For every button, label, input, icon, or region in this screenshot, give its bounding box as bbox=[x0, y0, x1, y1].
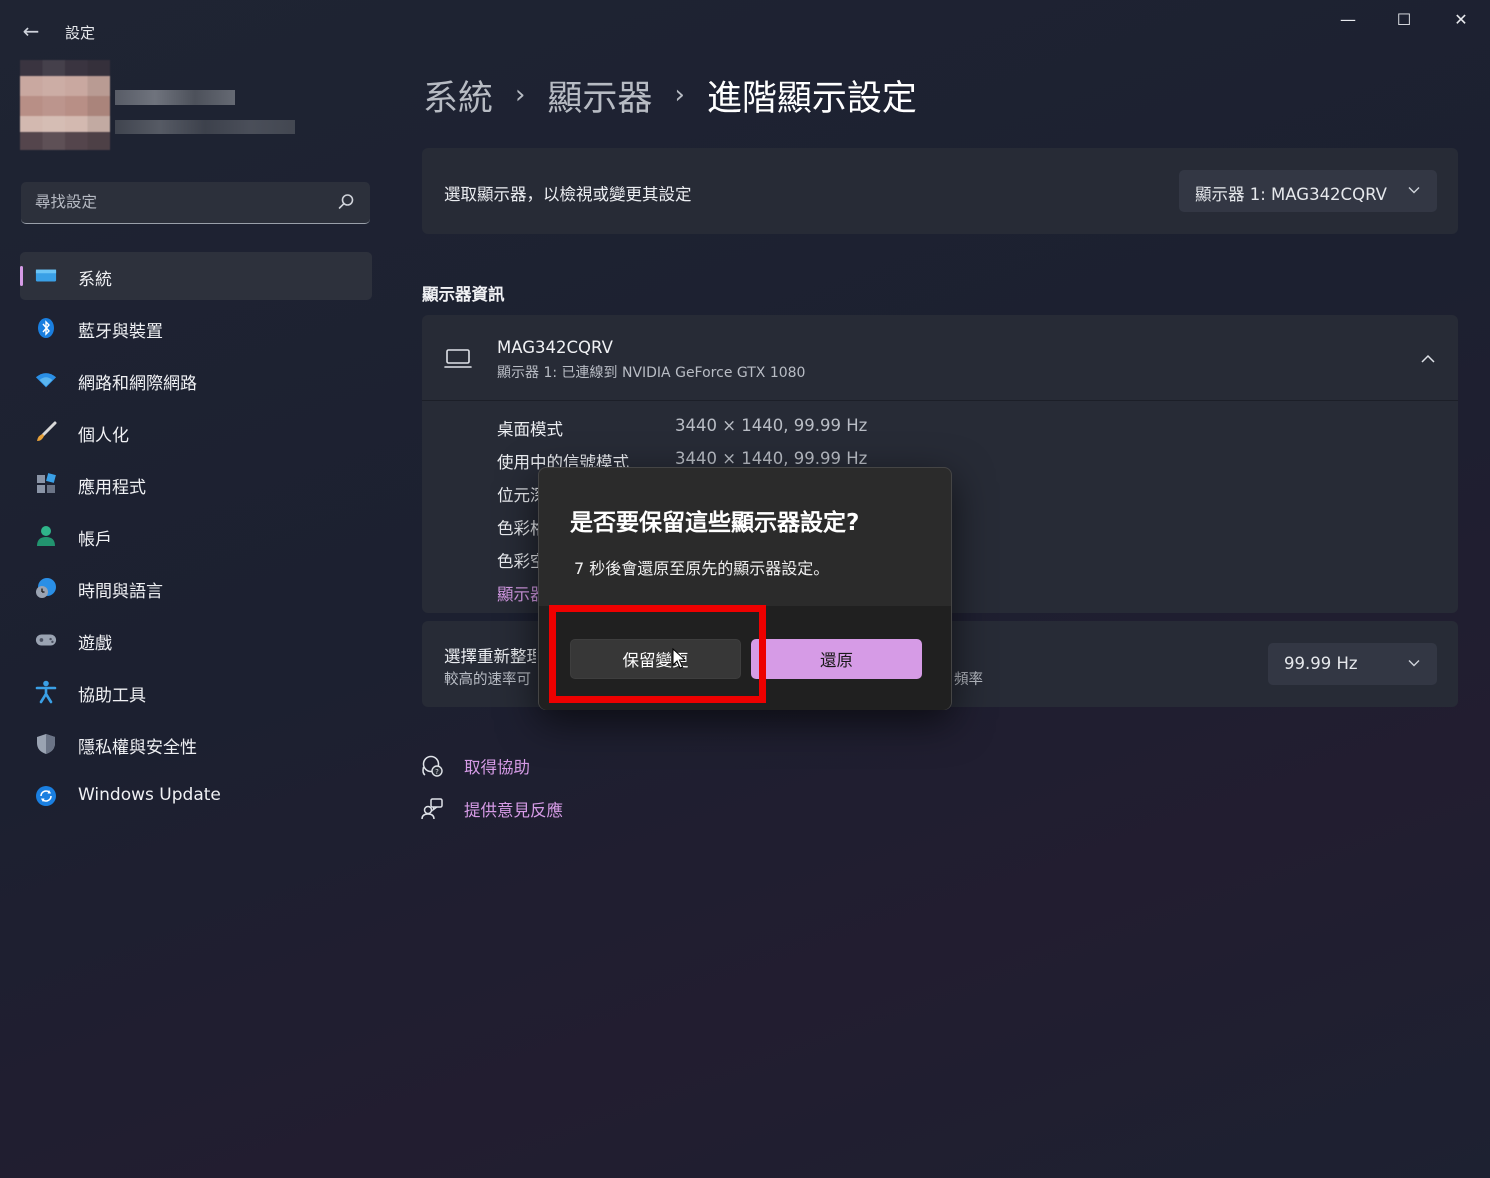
sidebar-item-accounts[interactable]: 帳戶 bbox=[20, 512, 372, 560]
chevron-up-icon[interactable] bbox=[1420, 351, 1436, 367]
refresh-rate-value: 99.99 Hz bbox=[1284, 654, 1358, 673]
sidebar-item-accessibility[interactable]: 協助工具 bbox=[20, 668, 372, 716]
sidebar-item-label: Windows Update bbox=[78, 785, 221, 805]
get-help-link[interactable]: ? 取得協助 bbox=[420, 754, 530, 778]
sidebar-item-personalization[interactable]: 個人化 bbox=[20, 408, 372, 456]
sidebar-item-time-language[interactable]: 時間與語言 bbox=[20, 564, 372, 612]
minimize-button[interactable]: — bbox=[1320, 6, 1376, 34]
sidebar-item-bluetooth[interactable]: 藍牙與裝置 bbox=[20, 304, 372, 352]
wifi-icon bbox=[35, 369, 57, 391]
windows-update-icon bbox=[35, 785, 57, 807]
title-bar: ← 設定 — ☐ ✕ bbox=[0, 0, 1490, 60]
feedback-icon bbox=[421, 798, 443, 820]
display-info-header[interactable]: MAG342CQRV 顯示器 1: 已連線到 NVIDIA GeForce GT… bbox=[422, 315, 1458, 401]
search-input[interactable] bbox=[35, 193, 325, 211]
highlight-annotation bbox=[549, 605, 766, 703]
sidebar-item-windows-update[interactable]: Windows Update bbox=[20, 772, 372, 820]
info-value-desktop-mode: 3440 × 1440, 99.99 Hz bbox=[675, 416, 868, 435]
user-name-redacted bbox=[115, 90, 235, 105]
display-select-dropdown[interactable]: 顯示器 1: MAG342CQRV bbox=[1179, 170, 1437, 212]
sidebar-item-gaming[interactable]: 遊戲 bbox=[20, 616, 372, 664]
mouse-cursor-icon bbox=[672, 648, 686, 669]
sidebar-item-apps[interactable]: 應用程式 bbox=[20, 460, 372, 508]
search-box[interactable] bbox=[21, 182, 370, 224]
dialog-title: 是否要保留這些顯示器設定? bbox=[570, 510, 860, 536]
monitor-connection: 顯示器 1: 已連線到 NVIDIA GeForce GTX 1080 bbox=[497, 365, 806, 381]
help-icon: ? bbox=[422, 755, 443, 777]
shield-icon bbox=[35, 733, 57, 755]
breadcrumb: 系統 › 顯示器 › 進階顯示設定 bbox=[423, 70, 917, 120]
get-help-label: 取得協助 bbox=[464, 758, 530, 777]
breadcrumb-item-display[interactable]: 顯示器 bbox=[547, 70, 652, 121]
sidebar-item-network[interactable]: 網路和網際網路 bbox=[20, 356, 372, 404]
account-icon bbox=[35, 525, 57, 547]
monitor-name: MAG342CQRV bbox=[497, 338, 613, 357]
brush-icon bbox=[35, 421, 57, 443]
sidebar-item-label: 系統 bbox=[78, 270, 112, 290]
info-label-desktop-mode: 桌面模式 bbox=[497, 420, 563, 439]
sidebar-item-label: 遊戲 bbox=[78, 634, 112, 654]
close-button[interactable]: ✕ bbox=[1433, 6, 1489, 34]
accessibility-icon bbox=[35, 680, 57, 704]
sidebar-item-label: 個人化 bbox=[78, 426, 129, 446]
chevron-down-icon bbox=[1408, 660, 1420, 667]
display-select-value: 顯示器 1: MAG342CQRV bbox=[1195, 185, 1387, 204]
page-title: 進階顯示設定 bbox=[706, 78, 917, 119]
bluetooth-icon bbox=[35, 317, 57, 339]
refresh-rate-subtitle: 較高的速率可 bbox=[444, 672, 531, 688]
apps-icon bbox=[35, 473, 57, 495]
monitor-icon bbox=[444, 349, 472, 368]
display-select-label: 選取顯示器，以檢視或變更其設定 bbox=[444, 185, 692, 204]
dialog-countdown-text: 7 秒後會還原至原先的顯示器設定。 bbox=[574, 559, 830, 578]
sidebar-item-label: 隱私權與安全性 bbox=[78, 738, 197, 758]
user-email-redacted bbox=[115, 120, 295, 134]
sidebar-item-label: 網路和網際網路 bbox=[78, 374, 197, 394]
avatar bbox=[20, 60, 110, 150]
breadcrumb-item-system[interactable]: 系統 bbox=[423, 70, 493, 121]
sidebar-nav: 系統 藍牙與裝置 網路和網際網路 個人化 應用程式 帳戶 時間與語言 遊戲 協助… bbox=[20, 252, 372, 824]
sidebar-item-label: 協助工具 bbox=[78, 686, 146, 706]
refresh-rate-subtitle-end: 頻率 bbox=[954, 672, 983, 688]
chevron-right-icon: › bbox=[674, 80, 685, 110]
sidebar-item-privacy[interactable]: 隱私權與安全性 bbox=[20, 720, 372, 768]
sidebar-item-label: 時間與語言 bbox=[78, 582, 163, 602]
refresh-rate-dropdown[interactable]: 99.99 Hz bbox=[1268, 643, 1437, 685]
gamepad-icon bbox=[35, 629, 57, 651]
svg-text:?: ? bbox=[435, 768, 439, 776]
info-value-signal-mode: 3440 × 1440, 99.99 Hz bbox=[675, 449, 868, 468]
user-profile[interactable] bbox=[10, 60, 310, 155]
back-arrow-icon[interactable]: ← bbox=[18, 20, 44, 42]
app-title: 設定 bbox=[65, 24, 96, 42]
active-indicator bbox=[20, 266, 23, 286]
feedback-link[interactable]: 提供意見反應 bbox=[420, 797, 563, 821]
display-select-card: 選取顯示器，以檢視或變更其設定 顯示器 1: MAG342CQRV bbox=[422, 148, 1458, 234]
sidebar-item-label: 藍牙與裝置 bbox=[78, 322, 163, 342]
globe-clock-icon bbox=[35, 577, 57, 599]
chevron-right-icon: › bbox=[515, 80, 526, 110]
sidebar-item-system[interactable]: 系統 bbox=[20, 252, 372, 300]
display-info-section-title: 顯示器資訊 bbox=[422, 285, 505, 304]
sidebar-item-label: 帳戶 bbox=[78, 530, 112, 550]
feedback-label: 提供意見反應 bbox=[464, 801, 563, 820]
system-icon bbox=[35, 265, 57, 287]
search-icon[interactable] bbox=[336, 192, 356, 212]
sidebar-item-label: 應用程式 bbox=[78, 478, 146, 498]
chevron-down-icon bbox=[1408, 187, 1420, 194]
revert-button[interactable]: 還原 bbox=[751, 639, 922, 679]
maximize-button[interactable]: ☐ bbox=[1376, 6, 1432, 34]
refresh-rate-title: 選擇重新整理 bbox=[444, 647, 536, 666]
